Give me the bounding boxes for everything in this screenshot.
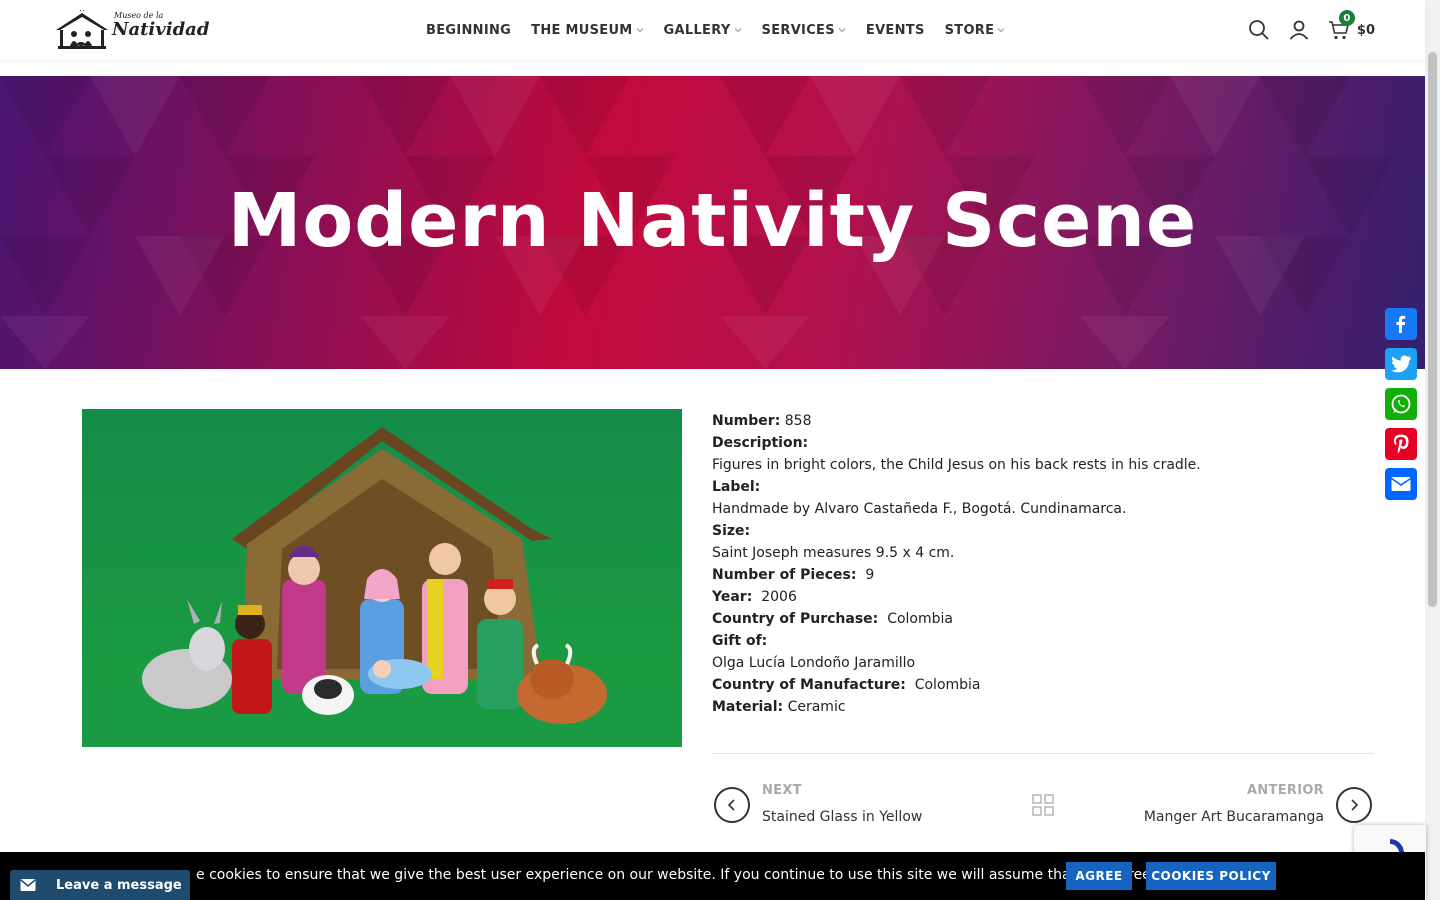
product-details: Number: 858 Description: Figures in brig…	[712, 410, 1392, 718]
detail-label: Gift of:	[712, 633, 768, 649]
whatsapp-share-button[interactable]	[1385, 388, 1417, 420]
detail-description-value: Figures in bright colors, the Child Jesu…	[712, 457, 1201, 473]
envelope-icon	[20, 879, 36, 891]
detail-country-manufacture: Country of Manufacture: Colombia	[712, 674, 1392, 696]
detail-label: Country of Manufacture:	[712, 677, 906, 693]
scrollbar-thumb[interactable]	[1428, 52, 1437, 607]
pinterest-share-button[interactable]	[1385, 428, 1417, 460]
detail-value: 2006	[761, 589, 797, 605]
logo-text: Museo de la Natividad	[112, 12, 209, 39]
chevron-left-icon	[727, 799, 735, 811]
detail-label: Number of Pieces:	[712, 567, 857, 583]
detail-description-label: Description:	[712, 432, 1392, 454]
search-icon[interactable]	[1247, 18, 1271, 42]
next-post-button[interactable]	[1336, 787, 1372, 823]
cookie-consent-bar: e cookies to ensure that we give the bes…	[0, 852, 1425, 900]
email-share-button[interactable]	[1385, 468, 1417, 500]
detail-label-label: Label:	[712, 476, 1392, 498]
logo-big-text: Natividad	[112, 19, 210, 40]
chat-icon-wrap	[10, 870, 46, 900]
twitter-share-button[interactable]	[1385, 348, 1417, 380]
prev-post-title[interactable]: Stained Glass in Yellow	[762, 809, 922, 825]
detail-number: Number: 858	[712, 410, 1392, 432]
whatsapp-icon	[1391, 394, 1411, 414]
page-hero-banner: Modern Nativity Scene	[0, 76, 1425, 369]
post-navigation: NEXT Stained Glass in Yellow ANTERIOR Ma…	[712, 770, 1374, 840]
divider	[712, 753, 1374, 754]
next-post-label: ANTERIOR	[1247, 783, 1324, 798]
nativity-photo	[82, 409, 682, 747]
detail-gift-label: Gift of:	[712, 630, 1392, 652]
twitter-icon	[1391, 355, 1411, 373]
next-post-title[interactable]: Manger Art Bucaramanga	[1144, 809, 1324, 825]
chevron-down-icon	[997, 28, 1005, 33]
detail-label: Material:	[712, 699, 784, 715]
nativity-logo-icon	[56, 10, 108, 49]
detail-value: Colombia	[887, 611, 953, 627]
detail-label: Number:	[712, 413, 781, 429]
detail-value: Ceramic	[787, 699, 846, 715]
detail-label: Year:	[712, 589, 753, 605]
main-nav: BEGINNING THE MUSEUM GALLERY SERVICES EV…	[426, 0, 1005, 60]
leave-message-widget[interactable]: Leave a message	[10, 870, 190, 900]
chevron-down-icon	[636, 28, 643, 33]
facebook-share-button[interactable]	[1385, 308, 1417, 340]
cookie-policy-button[interactable]: COOKIES POLICY	[1146, 862, 1276, 890]
nav-label: THE MUSEUM	[531, 22, 633, 38]
nav-label: BEGINNING	[426, 22, 512, 38]
nav-label: SERVICES	[761, 22, 835, 38]
cart-button[interactable]: 0 $0	[1327, 10, 1375, 42]
nav-item-the-museum[interactable]: THE MUSEUM	[531, 23, 643, 38]
nav-label: EVENTS	[865, 22, 925, 38]
detail-value: Colombia	[914, 677, 981, 693]
detail-label: Label:	[712, 479, 761, 495]
site-header: Museo de la Natividad BEGINNING THE MUSE…	[0, 0, 1425, 60]
nav-label: STORE	[944, 22, 995, 38]
social-share-bar	[1385, 308, 1417, 500]
detail-size-value: Saint Joseph measures 9.5 x 4 cm.	[712, 545, 955, 561]
detail-label: Country of Purchase:	[712, 611, 879, 627]
prev-post-label: NEXT	[762, 783, 802, 798]
prev-post-button[interactable]	[714, 787, 750, 823]
detail-gift-value: Olga Lucía Londoño Jaramillo	[712, 655, 916, 671]
detail-pieces: Number of Pieces: 9	[712, 564, 1392, 586]
detail-size-label: Size:	[712, 520, 1392, 542]
pinterest-icon	[1394, 434, 1409, 454]
product-image[interactable]	[82, 409, 682, 747]
user-icon[interactable]	[1287, 18, 1311, 42]
chevron-down-icon	[838, 28, 846, 33]
detail-label: Size:	[712, 523, 751, 539]
nav-item-services[interactable]: SERVICES	[762, 23, 846, 38]
site-logo[interactable]: Museo de la Natividad	[54, 10, 209, 50]
facebook-icon	[1396, 315, 1406, 333]
cart-count-badge: 0	[1338, 10, 1355, 26]
detail-value: 9	[865, 567, 875, 583]
grid-icon[interactable]	[1032, 794, 1054, 816]
page-title: Modern Nativity Scene	[227, 178, 1198, 264]
email-icon	[1391, 477, 1411, 491]
nav-item-beginning[interactable]: BEGINNING	[426, 23, 511, 38]
chevron-down-icon	[734, 28, 741, 33]
cookie-message: e cookies to ensure that we give the bes…	[196, 867, 1156, 883]
detail-label-value: Handmade by Alvaro Castañeda F., Bogotá.…	[712, 501, 1127, 517]
nav-label: GALLERY	[663, 22, 731, 38]
cookie-agree-button[interactable]: AGREE	[1066, 862, 1132, 890]
chevron-right-icon	[1351, 799, 1359, 811]
detail-country-purchase: Country of Purchase: Colombia	[712, 608, 1392, 630]
nav-item-store[interactable]: STORE	[945, 23, 1006, 38]
header-actions: 0 $0	[1247, 0, 1375, 60]
detail-value: 858	[784, 413, 812, 429]
detail-label: Description:	[712, 435, 809, 451]
detail-year: Year: 2006	[712, 586, 1392, 608]
nav-item-events[interactable]: EVENTS	[866, 23, 925, 38]
chat-label: Leave a message	[56, 877, 182, 893]
nav-item-gallery[interactable]: GALLERY	[664, 23, 742, 38]
detail-material: Material: Ceramic	[712, 696, 1392, 718]
page-scrollbar[interactable]	[1425, 0, 1440, 900]
cart-total: $0	[1356, 22, 1375, 38]
